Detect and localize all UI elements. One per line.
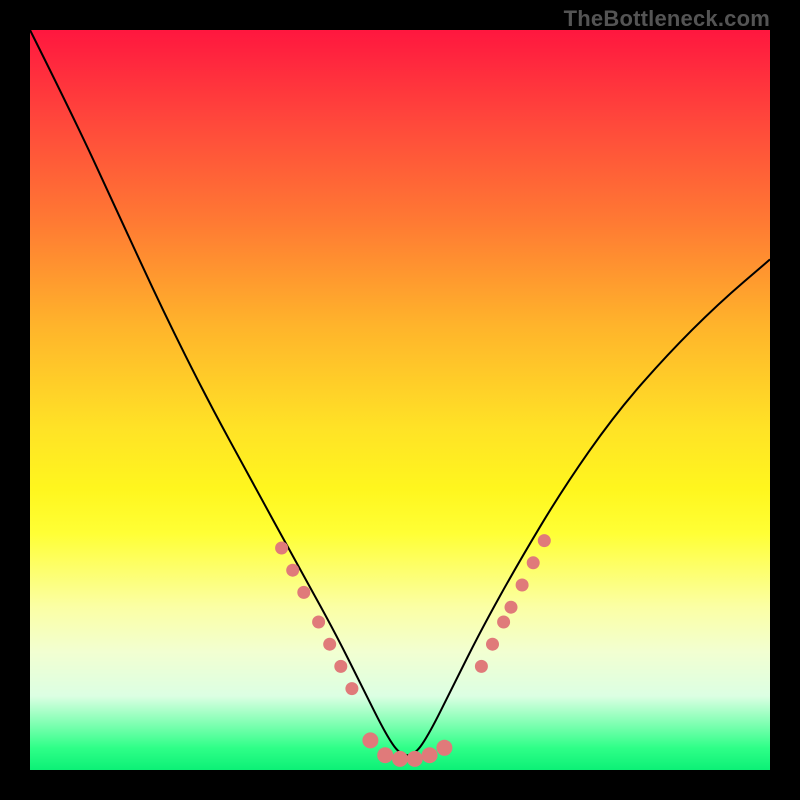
- data-point-marker: [516, 579, 529, 592]
- data-point-marker: [497, 616, 510, 629]
- data-point-marker: [538, 534, 551, 547]
- data-point-marker: [345, 682, 358, 695]
- chart-frame: [30, 30, 770, 770]
- data-point-marker: [312, 616, 325, 629]
- data-point-marker: [275, 542, 288, 555]
- data-point-marker: [475, 660, 488, 673]
- marker-cluster-trough: [362, 732, 452, 767]
- data-point-marker: [297, 586, 310, 599]
- data-point-marker: [377, 747, 393, 763]
- bottleneck-curve: [30, 30, 770, 755]
- data-point-marker: [527, 556, 540, 569]
- marker-cluster-right: [475, 534, 551, 673]
- data-point-marker: [286, 564, 299, 577]
- data-point-marker: [505, 601, 518, 614]
- chart-svg: [30, 30, 770, 770]
- data-point-marker: [486, 638, 499, 651]
- data-point-marker: [392, 751, 408, 767]
- watermark-text: TheBottleneck.com: [564, 6, 770, 32]
- data-point-marker: [362, 732, 378, 748]
- data-point-marker: [407, 751, 423, 767]
- data-point-marker: [436, 740, 452, 756]
- data-point-marker: [323, 638, 336, 651]
- data-point-marker: [422, 747, 438, 763]
- data-point-marker: [334, 660, 347, 673]
- marker-cluster-left: [275, 542, 358, 696]
